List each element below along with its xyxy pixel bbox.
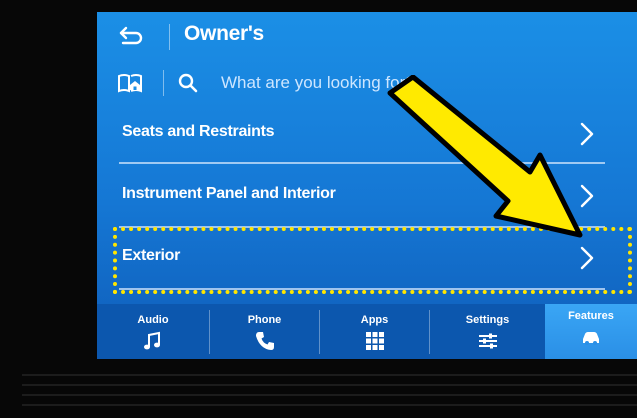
tab-label: Phone — [247, 314, 282, 326]
back-arrow-icon — [119, 26, 143, 45]
music-note-icon — [144, 331, 160, 350]
tab-phone[interactable]: Phone — [210, 304, 319, 359]
tab-label: Settings — [465, 314, 510, 326]
bezel-line — [22, 374, 637, 376]
annotation-arrow-icon — [387, 75, 583, 238]
menu-item-label: Seats and Restraints — [122, 123, 275, 140]
tab-features[interactable]: Features — [545, 304, 637, 359]
header-bar: Owner's — [97, 12, 637, 60]
tab-settings[interactable]: Settings — [430, 304, 545, 359]
sliders-icon — [478, 333, 497, 349]
car-icon — [583, 332, 599, 345]
tab-audio[interactable]: Audio — [97, 304, 209, 359]
bezel-line — [22, 394, 637, 396]
phone-icon — [255, 332, 274, 350]
tab-label: Audio — [137, 314, 169, 326]
menu-item-label: Instrument Panel and Interior — [122, 185, 336, 202]
bezel-line — [22, 384, 637, 386]
apps-grid-icon — [365, 332, 384, 350]
bezel-line — [22, 404, 637, 406]
tab-apps[interactable]: Apps — [320, 304, 429, 359]
search-divider — [163, 70, 164, 96]
page-title: Owner's — [184, 22, 264, 45]
back-button[interactable] — [117, 24, 145, 48]
header-divider — [169, 24, 170, 50]
book-home-icon — [118, 74, 142, 93]
search-icon — [177, 72, 199, 94]
tab-label: Features — [568, 310, 614, 322]
owners-home-button[interactable] — [117, 72, 143, 94]
bottom-nav-bar: Audio Phone Apps Settings Features — [97, 304, 637, 359]
tab-label: Apps — [360, 314, 389, 326]
